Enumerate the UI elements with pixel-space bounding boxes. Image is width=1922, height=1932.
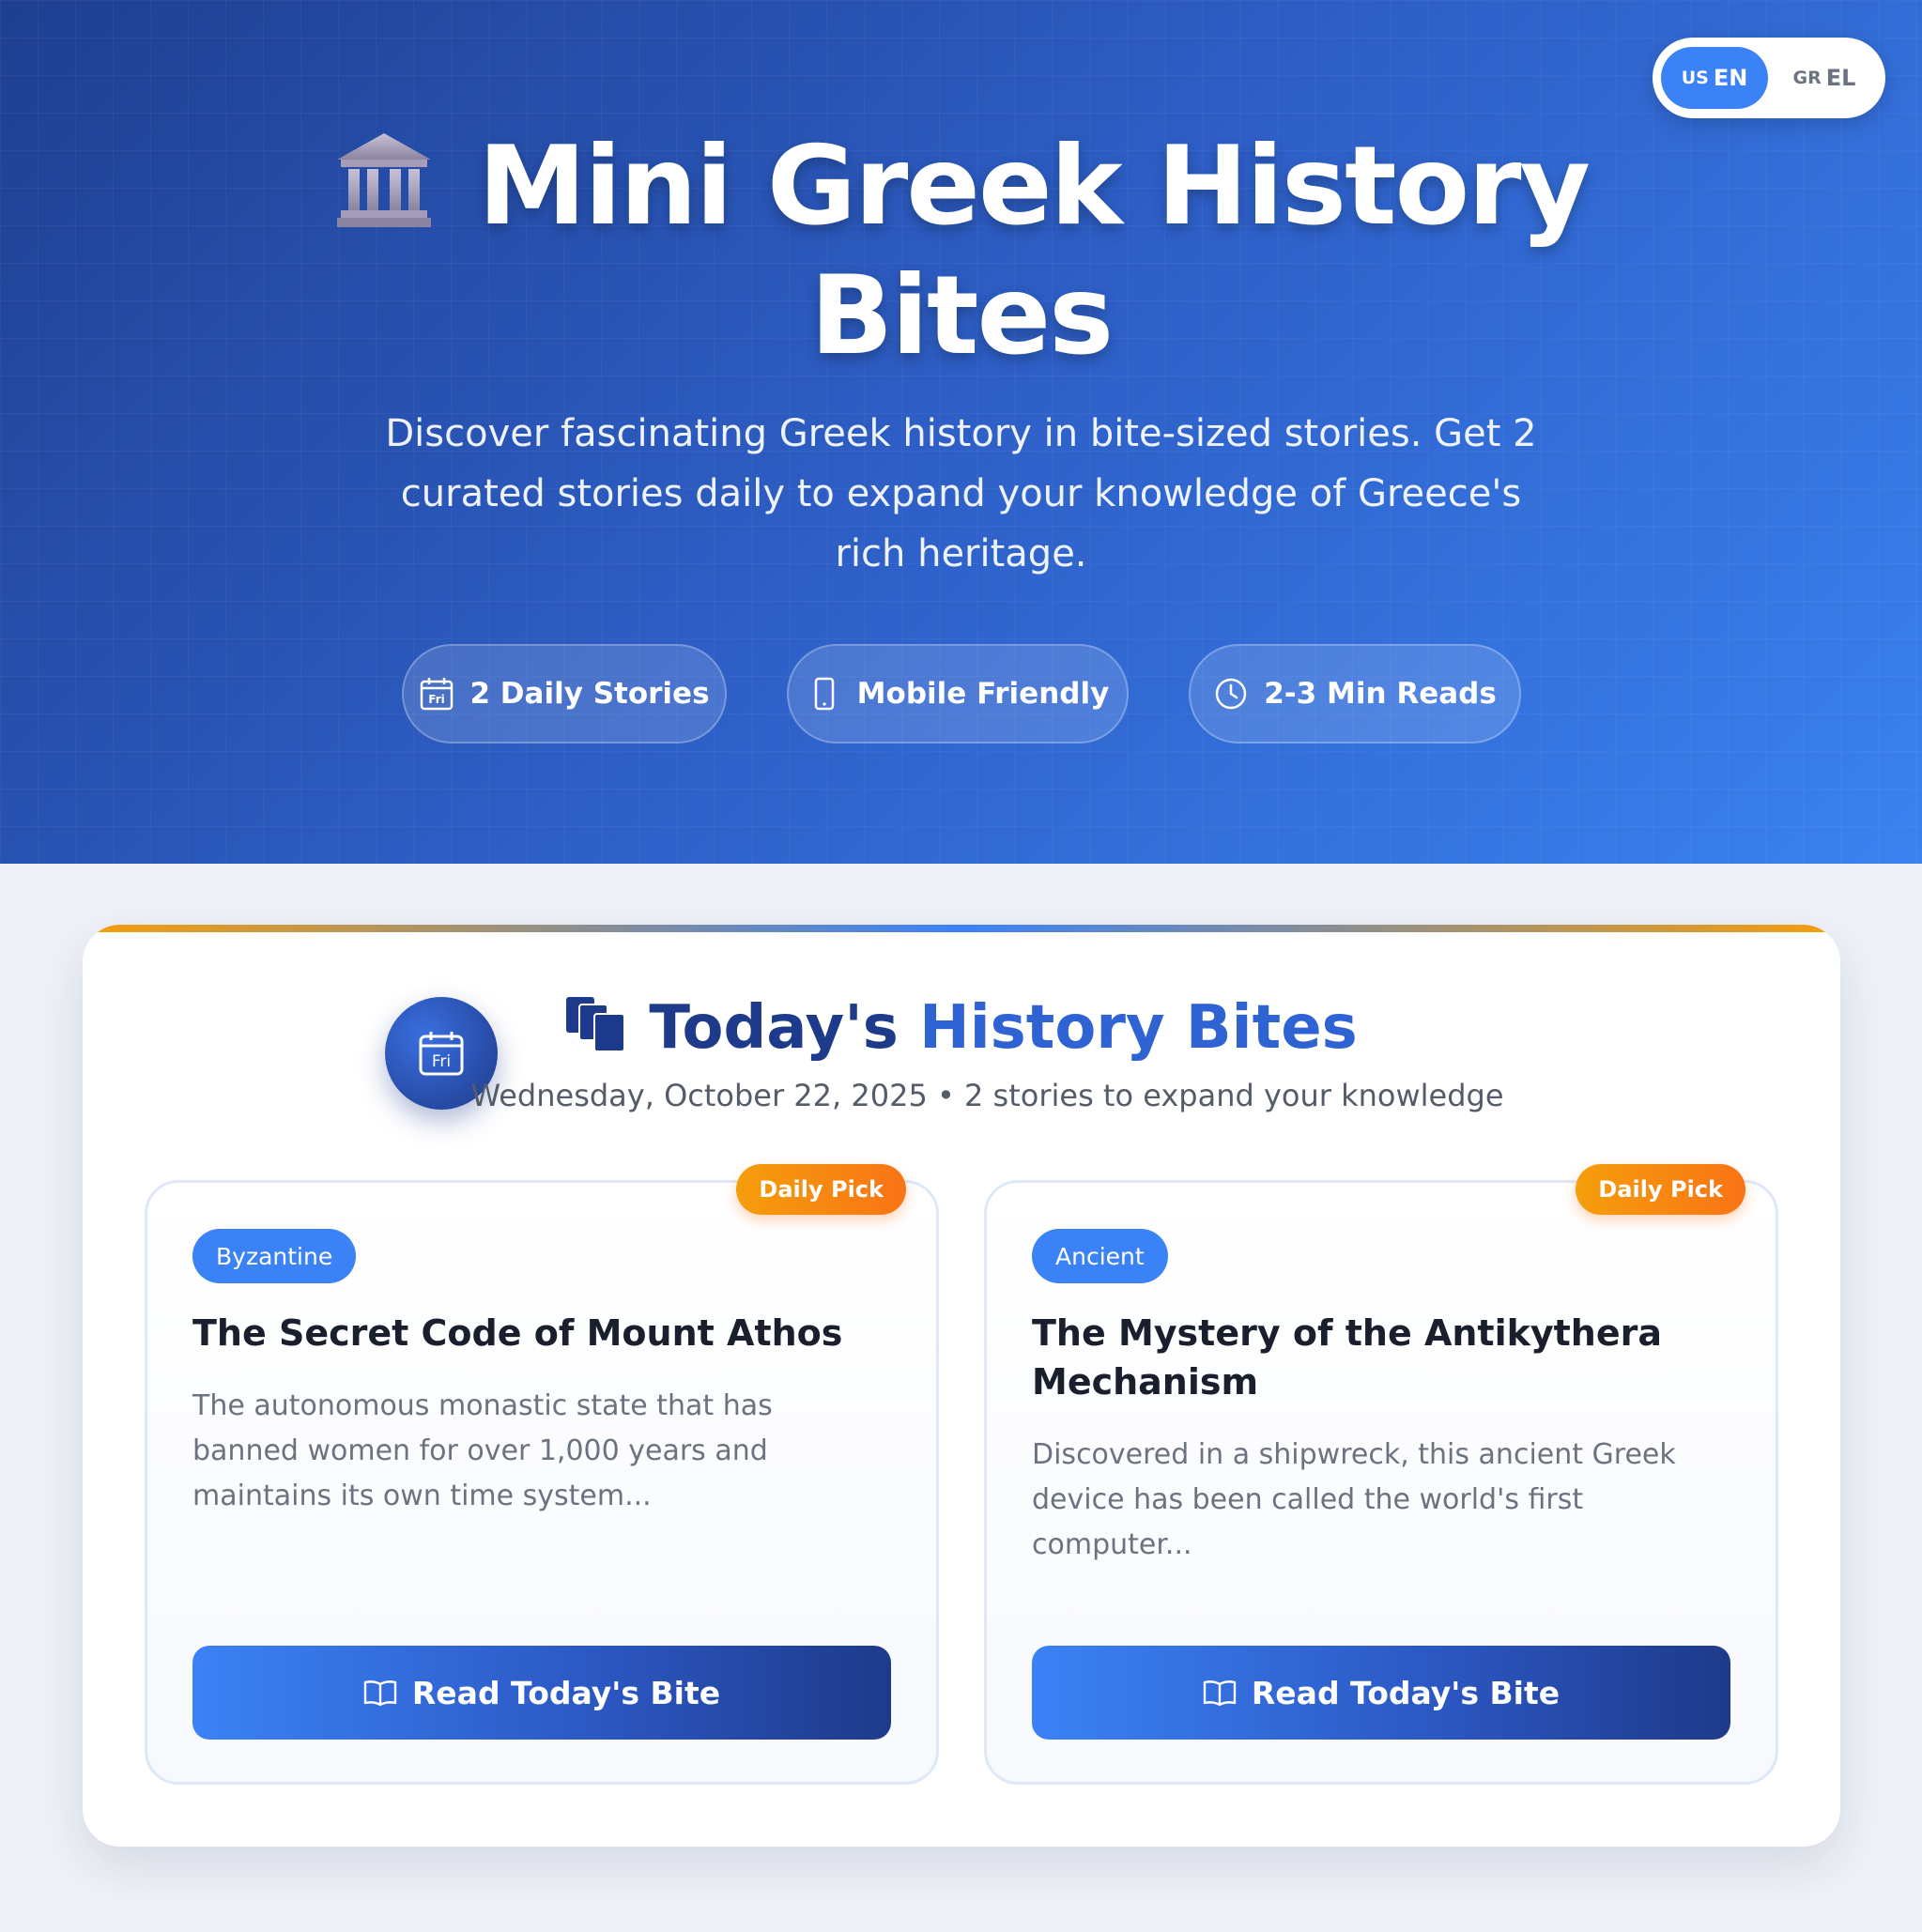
story-excerpt: Discovered in a shipwreck, this ancient … (1032, 1438, 1676, 1561)
page-title-text-1: Mini Greek History (477, 123, 1591, 250)
category-tag: Byzantine (192, 1229, 357, 1283)
section-title: Today's History Bites (83, 986, 1840, 1070)
feature-pill-daily-stories: Fri 2 Daily Stories (402, 644, 727, 744)
daily-pick-badge: Daily Pick (1576, 1164, 1745, 1215)
hero-subtitle: Discover fascinating Greek history in bi… (385, 412, 1537, 575)
us-flag-icon: US (1681, 68, 1709, 88)
clock-icon (1215, 678, 1247, 710)
feature-label-daily-stories: 2 Daily Stories (469, 677, 710, 711)
hero-section: US EN GR EL Mini Greek History Bites Dis… (0, 0, 1922, 864)
story-title: The Secret Code of Mount Athos (192, 1312, 843, 1354)
todays-bites-card: Fri Today's History Bites Wednesday, Oct… (83, 925, 1840, 1847)
read-todays-bite-button[interactable]: Read Today's Bite (1032, 1646, 1730, 1740)
read-button-label: Read Today's Bite (1251, 1674, 1561, 1711)
feature-label-mobile-friendly: Mobile Friendly (856, 677, 1110, 711)
daily-pick-badge: Daily Pick (736, 1164, 906, 1215)
open-book-icon (363, 1680, 397, 1707)
section-subtitle: Wednesday, October 22, 2025 • 2 stories … (470, 1078, 1504, 1113)
feature-pill-mobile-friendly: Mobile Friendly (787, 644, 1129, 744)
feature-pill-min-reads: 2-3 Min Reads (1189, 644, 1521, 744)
stacked-pages-icon (566, 997, 626, 1052)
feature-label-min-reads: 2-3 Min Reads (1264, 677, 1497, 711)
read-todays-bite-button[interactable]: Read Today's Bite (192, 1646, 891, 1740)
page-title: Mini Greek History Bites (0, 122, 1922, 381)
language-en-button[interactable]: US EN (1661, 47, 1768, 109)
story-excerpt: The autonomous monastic state that has b… (192, 1389, 773, 1512)
calendar-icon: Fri (421, 678, 454, 711)
page-title-line-1: Mini Greek History (0, 122, 1922, 252)
language-el-button[interactable]: GR EL (1787, 47, 1862, 109)
story-title: The Mystery of the Antikythera Mechanism (1032, 1312, 1663, 1403)
gr-flag-icon: GR (1792, 68, 1822, 88)
section-title-rest: History Bites (919, 993, 1358, 1063)
phone-icon (814, 677, 834, 711)
story-card[interactable]: Daily Pick Ancient The Mystery of the An… (984, 1164, 1778, 1785)
language-toggle: US EN GR EL (1653, 38, 1885, 118)
language-en-label: EN (1713, 65, 1748, 91)
language-el-label: EL (1825, 65, 1856, 91)
open-book-icon (1203, 1680, 1237, 1707)
story-card[interactable]: Daily Pick Byzantine The Secret Code of … (145, 1164, 939, 1785)
calendar-icon-day: Fri (429, 693, 445, 706)
card-accent-bar (83, 925, 1840, 932)
section-title-word-today: Today's (649, 993, 899, 1063)
classical-building-icon (336, 133, 431, 227)
read-button-label: Read Today's Bite (411, 1674, 721, 1711)
category-tag: Ancient (1032, 1229, 1168, 1283)
page-title-line-2: Bites (809, 253, 1114, 379)
